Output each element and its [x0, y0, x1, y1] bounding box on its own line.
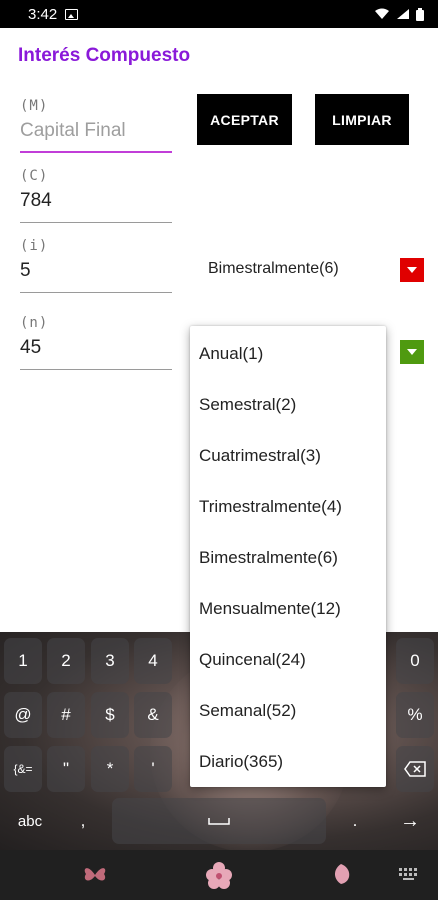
flower-icon[interactable]: [204, 860, 234, 890]
dropdown-option-anual[interactable]: Anual(1): [190, 328, 386, 379]
status-time: 3:42: [28, 5, 58, 23]
app-bar: Interés Compuesto: [0, 28, 438, 86]
dropdown-option-cuatrimestral[interactable]: Cuatrimestral(3): [190, 430, 386, 481]
backspace-icon: [404, 761, 426, 777]
dropdown-option-trimestralmente[interactable]: Trimestralmente(4): [190, 481, 386, 532]
app-screen: 3:42 Interés Compuesto (M) Capital Final…: [0, 0, 438, 900]
accept-button[interactable]: ACEPTAR: [197, 94, 292, 145]
field-hint-m: (M): [20, 98, 49, 114]
capital-final-input[interactable]: Capital Final: [20, 120, 172, 153]
key-at[interactable]: @: [4, 692, 42, 738]
capital-field[interactable]: (C) 784: [20, 168, 172, 223]
key-symbols[interactable]: {&=: [4, 746, 42, 792]
dropdown-arrow-icon-2[interactable]: [400, 340, 424, 364]
signal-icon: [397, 9, 409, 19]
key-enter[interactable]: →: [386, 798, 434, 844]
image-notification-icon: [65, 8, 79, 20]
petal-icon[interactable]: [330, 862, 352, 886]
page-title: Interés Compuesto: [18, 45, 191, 66]
dropdown-arrow-icon[interactable]: [400, 258, 424, 282]
key-apostrophe[interactable]: ': [134, 746, 172, 792]
status-icons: [374, 7, 424, 21]
interest-field[interactable]: (i) 5: [20, 238, 172, 293]
key-1[interactable]: 1: [4, 638, 42, 684]
dropdown-option-diario[interactable]: Diario(365): [190, 736, 386, 787]
clear-button[interactable]: LIMPIAR: [315, 94, 409, 145]
key-dollar[interactable]: $: [91, 692, 129, 738]
keyboard-switch-icon[interactable]: [398, 867, 420, 881]
key-hash[interactable]: #: [47, 692, 85, 738]
key-ampersand[interactable]: &: [134, 692, 172, 738]
dropdown-option-bimestralmente[interactable]: Bimestralmente(6): [190, 532, 386, 583]
key-quote[interactable]: ": [47, 746, 85, 792]
dropdown-option-quincenal[interactable]: Quincenal(24): [190, 634, 386, 685]
key-0[interactable]: 0: [396, 638, 434, 684]
dropdown-option-semestral[interactable]: Semestral(2): [190, 379, 386, 430]
key-4[interactable]: 4: [134, 638, 172, 684]
navigation-bar: [0, 850, 438, 900]
key-abc[interactable]: abc: [4, 798, 56, 844]
periods-field[interactable]: (n) 45: [20, 315, 172, 370]
dropdown-option-semanal[interactable]: Semanal(52): [190, 685, 386, 736]
field-hint-i: (i): [20, 238, 49, 254]
key-comma[interactable]: ,: [60, 798, 106, 844]
capital-final-field[interactable]: (M) Capital Final: [20, 98, 172, 153]
field-hint-c: (C): [20, 168, 49, 184]
battery-icon: [416, 7, 424, 21]
wifi-icon: [375, 8, 389, 19]
butterfly-icon[interactable]: [82, 864, 108, 886]
periods-input[interactable]: 45: [20, 337, 172, 370]
key-3[interactable]: 3: [91, 638, 129, 684]
key-2[interactable]: 2: [47, 638, 85, 684]
status-bar: 3:42: [0, 0, 438, 28]
key-percent[interactable]: %: [396, 692, 434, 738]
dropdown-option-mensualmente[interactable]: Mensualmente(12): [190, 583, 386, 634]
capital-input[interactable]: 784: [20, 190, 172, 223]
period-dropdown-popup: Anual(1) Semestral(2) Cuatrimestral(3) T…: [190, 326, 386, 787]
key-asterisk[interactable]: *: [91, 746, 129, 792]
interest-input[interactable]: 5: [20, 260, 172, 293]
period-spinner-value[interactable]: Bimestralmente(6): [208, 260, 339, 278]
key-space[interactable]: [112, 798, 326, 844]
key-backspace[interactable]: [396, 746, 434, 792]
key-period[interactable]: .: [332, 798, 378, 844]
field-hint-n: (n): [20, 315, 49, 331]
space-icon: [208, 818, 230, 825]
